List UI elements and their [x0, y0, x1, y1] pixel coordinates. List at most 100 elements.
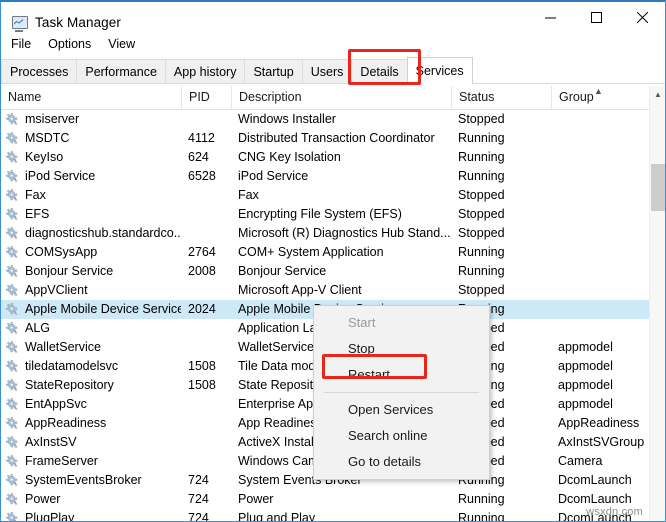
service-gear-icon	[6, 170, 19, 183]
table-row[interactable]: KeyIso624CNG Key IsolationRunning	[1, 148, 649, 167]
cell-pid: 1508	[181, 357, 231, 376]
cell-pid: 724	[181, 490, 231, 509]
minimize-icon	[545, 12, 556, 23]
context-menu-item-start: Start	[314, 310, 489, 336]
service-gear-icon	[6, 265, 19, 278]
cell-name: Bonjour Service	[1, 262, 181, 281]
column-header-pid[interactable]: PID	[181, 86, 231, 109]
cell-pid: 724	[181, 509, 231, 522]
cell-status: Stopped	[451, 110, 551, 129]
service-gear-icon	[6, 341, 19, 354]
table-row[interactable]: AppVClientMicrosoft App-V ClientStopped	[1, 281, 649, 300]
cell-group	[551, 224, 649, 243]
tab-app-history[interactable]: App history	[165, 59, 246, 84]
cell-group: appmodel	[551, 395, 649, 414]
cell-name: FrameServer	[1, 452, 181, 471]
cell-status: Stopped	[451, 281, 551, 300]
table-row[interactable]: FaxFaxStopped	[1, 186, 649, 205]
table-row[interactable]: msiserverWindows InstallerStopped	[1, 110, 649, 129]
cell-description: Fax	[231, 186, 451, 205]
cell-description: Microsoft (R) Diagnostics Hub Stand...	[231, 224, 451, 243]
service-context-menu[interactable]: StartStopRestart Open ServicesSearch onli…	[313, 305, 490, 480]
column-header-description[interactable]: Description	[231, 86, 451, 109]
window-title: Task Manager	[35, 15, 121, 30]
cell-group	[551, 319, 649, 338]
cell-name: KeyIso	[1, 148, 181, 167]
cell-pid: 1508	[181, 376, 231, 395]
cell-name: Power	[1, 490, 181, 509]
cell-status: Running	[451, 490, 551, 509]
tab-users[interactable]: Users	[302, 59, 353, 84]
cell-group: Camera	[551, 452, 649, 471]
table-row[interactable]: Bonjour Service2008Bonjour ServiceRunnin…	[1, 262, 649, 281]
context-menu-item-search-online[interactable]: Search online	[314, 423, 489, 449]
table-row[interactable]: EFSEncrypting File System (EFS)Stopped	[1, 205, 649, 224]
tab-performance[interactable]: Performance	[76, 59, 166, 84]
cell-group	[551, 167, 649, 186]
context-menu-item-open-services[interactable]: Open Services	[314, 397, 489, 423]
table-row[interactable]: iPod Service6528iPod ServiceRunning	[1, 167, 649, 186]
cell-pid: 2024	[181, 300, 231, 319]
cell-pid	[181, 414, 231, 433]
cell-status: Running	[451, 262, 551, 281]
service-gear-icon	[6, 189, 19, 202]
service-gear-icon	[6, 417, 19, 430]
table-row[interactable]: PlugPlay724Plug and PlayRunningDcomLaunc…	[1, 509, 649, 522]
cell-description: COM+ System Application	[231, 243, 451, 262]
service-gear-icon	[6, 132, 19, 145]
scroll-up-chevron-up-icon[interactable]: ▲	[650, 86, 666, 103]
cell-group: appmodel	[551, 357, 649, 376]
tab-strip: Processes Performance App history Startu…	[1, 56, 665, 84]
table-row[interactable]: COMSysApp2764COM+ System ApplicationRunn…	[1, 243, 649, 262]
close-button[interactable]	[619, 2, 665, 33]
vertical-scrollbar[interactable]: ▲	[649, 86, 665, 522]
tab-strip-underline	[1, 83, 665, 84]
cell-name: EFS	[1, 205, 181, 224]
cell-name: PlugPlay	[1, 509, 181, 522]
minimize-button[interactable]	[527, 2, 573, 33]
cell-name: AppReadiness	[1, 414, 181, 433]
cell-description: Windows Installer	[231, 110, 451, 129]
column-header-name[interactable]: Name	[1, 86, 181, 109]
tab-services[interactable]: Services	[407, 57, 473, 84]
scroll-thumb[interactable]	[651, 164, 665, 211]
chart-glyph	[14, 19, 24, 25]
cell-group	[551, 186, 649, 205]
service-gear-icon	[6, 360, 19, 373]
menu-item-view[interactable]: View	[108, 35, 144, 53]
cell-pid: 2008	[181, 262, 231, 281]
cell-group	[551, 281, 649, 300]
maximize-button[interactable]	[573, 2, 619, 33]
cell-name: WalletService	[1, 338, 181, 357]
task-manager-icon	[10, 14, 27, 31]
cell-group	[551, 110, 649, 129]
context-menu-item-stop[interactable]: Stop	[314, 336, 489, 362]
context-menu-item-go-to-details[interactable]: Go to details	[314, 449, 489, 475]
tab-processes[interactable]: Processes	[1, 59, 77, 84]
service-gear-icon	[6, 284, 19, 297]
tab-startup[interactable]: Startup	[244, 59, 302, 84]
menu-item-file[interactable]: File	[11, 35, 40, 53]
cell-pid	[181, 319, 231, 338]
cell-description: CNG Key Isolation	[231, 148, 451, 167]
table-row[interactable]: MSDTC4112Distributed Transaction Coordin…	[1, 129, 649, 148]
cell-pid	[181, 338, 231, 357]
service-gear-icon	[6, 379, 19, 392]
menu-item-options[interactable]: Options	[48, 35, 100, 53]
cell-status: Running	[451, 129, 551, 148]
context-menu-item-restart[interactable]: Restart	[314, 362, 489, 388]
cell-name: AxInstSV	[1, 433, 181, 452]
cell-name: MSDTC	[1, 129, 181, 148]
table-row[interactable]: Power724PowerRunningDcomLaunch	[1, 490, 649, 509]
cell-pid: 6528	[181, 167, 231, 186]
tab-details[interactable]: Details	[351, 59, 407, 84]
cell-pid	[181, 281, 231, 300]
cell-pid: 2764	[181, 243, 231, 262]
service-gear-icon	[6, 455, 19, 468]
cell-description: Power	[231, 490, 451, 509]
cell-group	[551, 300, 649, 319]
column-header-status[interactable]: Status	[451, 86, 551, 109]
table-row[interactable]: diagnosticshub.standardco...Microsoft (R…	[1, 224, 649, 243]
cell-name: AppVClient	[1, 281, 181, 300]
maximize-icon	[591, 12, 602, 23]
